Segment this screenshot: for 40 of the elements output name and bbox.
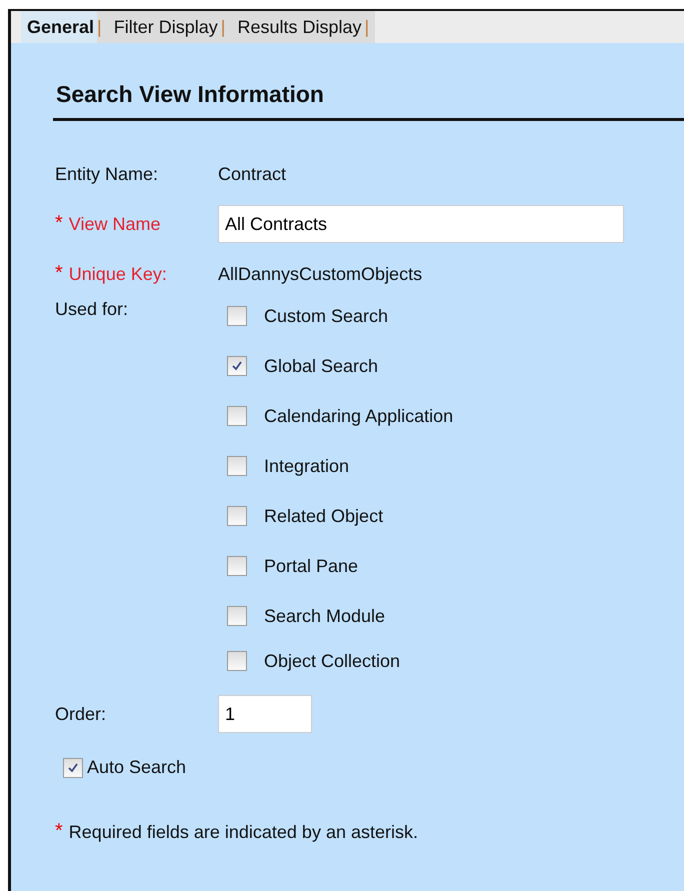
- field-label: Used for:: [55, 299, 128, 320]
- field-label: Entity Name:: [55, 164, 158, 184]
- footnote-text: Required fields are indicated by an asterisk.: [68, 822, 418, 843]
- field-label: Unique Key:: [68, 264, 167, 284]
- tab[interactable]: Filter Display: [108, 11, 221, 43]
- checkbox[interactable]: [227, 306, 247, 326]
- checkbox-label: Search Module: [264, 606, 386, 626]
- checkbox-label: Integration: [264, 456, 350, 476]
- checkbox-label: Portal Pane: [264, 556, 358, 576]
- checkbox[interactable]: [227, 651, 247, 671]
- check-icon: [67, 762, 79, 774]
- field-label: Order:: [55, 704, 106, 724]
- order-field[interactable]: 1: [218, 695, 312, 733]
- checkbox-label: Calendaring Application: [264, 406, 454, 426]
- required-asterisk: *: [55, 264, 63, 282]
- section-title: Search View Information: [55, 81, 325, 108]
- check-icon: [231, 360, 243, 372]
- tab[interactable]: General: [21, 11, 98, 43]
- view-name-field[interactable]: All Contracts: [218, 205, 624, 243]
- required-asterisk: *: [55, 822, 63, 840]
- checkbox-label: Custom Search: [264, 306, 388, 326]
- checkbox[interactable]: [227, 606, 247, 626]
- field-value: Contract: [218, 164, 286, 184]
- checkbox-label: Global Search: [264, 356, 378, 376]
- checkbox-label: Related Object: [264, 506, 384, 526]
- tab-separator: |: [97, 16, 102, 38]
- checkbox[interactable]: [227, 456, 247, 476]
- checkbox[interactable]: [227, 506, 247, 526]
- field-value: AllDannysCustomObjects: [218, 264, 422, 284]
- checkbox[interactable]: [227, 556, 247, 576]
- tab[interactable]: Results Display: [231, 11, 364, 43]
- checkbox-label: Auto Search: [87, 757, 186, 778]
- required-asterisk: *: [55, 214, 63, 232]
- tab-separator: |: [220, 16, 226, 38]
- checkbox[interactable]: [63, 758, 83, 778]
- checkbox[interactable]: [227, 406, 247, 426]
- checkbox[interactable]: [227, 356, 247, 376]
- field-label: View Name: [68, 214, 161, 234]
- checkbox-label: Object Collection: [264, 650, 400, 672]
- tab-separator: |: [364, 16, 370, 38]
